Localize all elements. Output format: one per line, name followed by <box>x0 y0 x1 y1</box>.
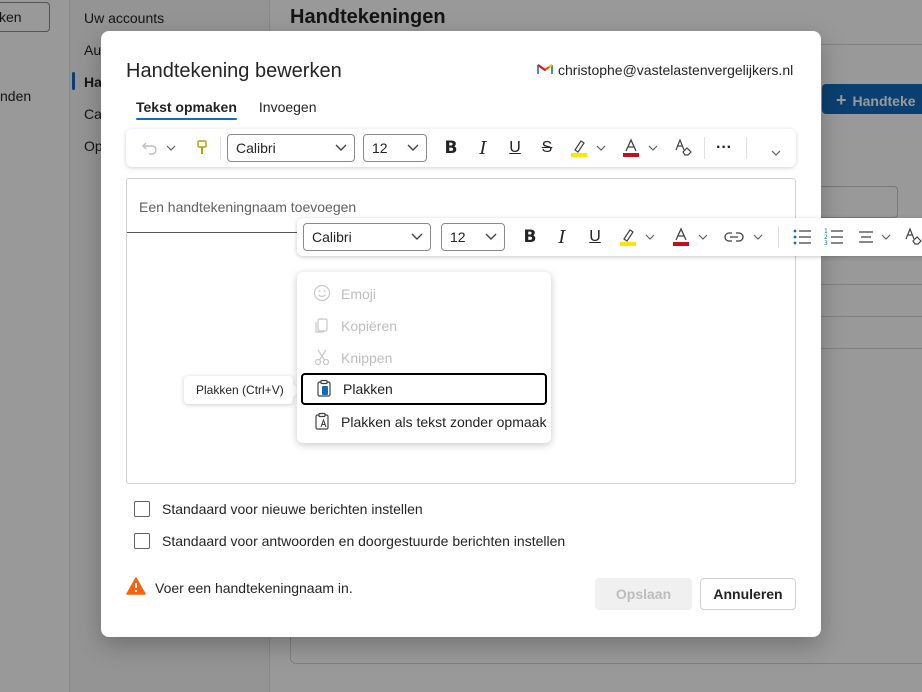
font-color-chevron-down-icon[interactable] <box>696 223 710 251</box>
chevron-down-icon <box>410 229 424 246</box>
link-icon[interactable] <box>721 223 747 251</box>
warning-icon <box>126 577 146 598</box>
menu-item-label: Knippen <box>341 350 393 366</box>
account-email: christophe@vastelastenvergelijkers.nl <box>558 62 794 78</box>
float-font-family-value: Calibri <box>312 229 352 245</box>
font-size-value: 12 <box>372 140 388 156</box>
format-tabs: Tekst opmaken Invoegen <box>136 99 317 120</box>
name-input-underline <box>127 232 299 233</box>
font-color-icon[interactable] <box>668 223 694 251</box>
tab-insert[interactable]: Invoegen <box>259 99 317 120</box>
warning-text: Voer een handtekeningnaam in. <box>155 579 353 596</box>
toolbar-separator <box>220 137 221 159</box>
menu-item-paste-plain-text[interactable]: Plakken als tekst zonder opmaak <box>301 406 547 438</box>
toolbar-separator <box>704 137 705 159</box>
align-icon[interactable] <box>855 223 877 251</box>
format-painter-icon[interactable] <box>190 134 214 162</box>
paste-tooltip: Plakken (Ctrl+V) <box>184 376 293 404</box>
default-replies-option[interactable]: Standaard voor antwoorden en doorgestuur… <box>134 533 565 549</box>
paste-text-icon <box>313 412 331 433</box>
menu-item-paste[interactable]: Plakken <box>301 373 547 405</box>
svg-text:3: 3 <box>824 240 828 246</box>
chevron-down-icon <box>406 140 420 157</box>
font-family-select[interactable]: Calibri <box>227 134 355 162</box>
menu-item-label: Emoji <box>341 286 377 302</box>
font-color-icon[interactable] <box>618 134 644 162</box>
font-family-value: Calibri <box>236 140 276 156</box>
strikethrough-icon[interactable]: S <box>534 134 560 162</box>
font-color-chevron-down-icon[interactable] <box>646 134 660 162</box>
floating-format-toolbar: Calibri 12 B I U 123 <box>297 218 922 256</box>
default-new-messages-option[interactable]: Standaard voor nieuwe berichten instelle… <box>134 501 423 517</box>
chevron-down-icon <box>334 140 348 157</box>
tab-format-text[interactable]: Tekst opmaken <box>136 99 237 120</box>
default-replies-checkbox[interactable] <box>134 533 150 549</box>
account-selector[interactable]: christophe@vastelastenvergelijkers.nl <box>537 62 793 78</box>
context-menu: Emoji Kopiëren Knippen Plakken Plakken a… <box>297 272 551 443</box>
copy-icon <box>313 316 331 337</box>
save-button[interactable]: Opslaan <box>595 578 692 610</box>
dialog-title: Handtekening bewerken <box>126 60 342 82</box>
gmail-icon <box>537 62 553 78</box>
bold-icon[interactable]: B <box>438 134 464 162</box>
align-chevron-down-icon[interactable] <box>879 223 893 251</box>
menu-item-cut[interactable]: Knippen <box>301 342 547 374</box>
emoji-icon <box>313 284 331 305</box>
paste-icon <box>315 379 333 400</box>
cancel-button[interactable]: Annuleren <box>700 578 796 610</box>
highlight-chevron-down-icon[interactable] <box>594 134 608 162</box>
font-size-select[interactable]: 12 <box>363 134 427 162</box>
italic-icon[interactable]: I <box>549 223 575 251</box>
signature-name-input[interactable]: Een handtekeningnaam toevoegen <box>139 199 356 215</box>
clear-formatting-icon[interactable] <box>670 134 696 162</box>
chevron-down-icon <box>484 229 498 246</box>
default-new-messages-checkbox[interactable] <box>134 501 150 517</box>
highlight-chevron-down-icon[interactable] <box>643 223 657 251</box>
link-chevron-down-icon[interactable] <box>751 223 765 251</box>
underline-icon[interactable]: U <box>502 134 528 162</box>
menu-item-label: Kopiëren <box>341 318 398 334</box>
cut-icon <box>313 348 331 369</box>
more-options-icon[interactable]: ··· <box>711 134 737 162</box>
menu-item-copy[interactable]: Kopiëren <box>301 310 547 342</box>
clear-formatting-icon[interactable] <box>900 223 922 251</box>
bold-icon[interactable]: B <box>517 223 543 251</box>
toolbar-separator <box>746 137 747 159</box>
italic-icon[interactable]: I <box>470 134 496 162</box>
validation-warning: Voer een handtekeningnaam in. <box>126 577 353 598</box>
menu-item-emoji[interactable]: Emoji <box>301 278 547 310</box>
default-replies-label: Standaard voor antwoorden en doorgestuur… <box>162 533 566 549</box>
highlight-icon[interactable] <box>566 134 592 162</box>
undo-icon[interactable] <box>138 134 162 162</box>
float-font-family-select[interactable]: Calibri <box>303 223 431 251</box>
float-font-size-select[interactable]: 12 <box>441 223 505 251</box>
underline-icon[interactable]: U <box>582 223 608 251</box>
toolbar-separator <box>778 226 779 248</box>
menu-item-label: Plakken <box>343 381 393 397</box>
undo-chevron-down-icon[interactable] <box>164 134 178 162</box>
format-toolbar: Calibri 12 B I U S ··· <box>126 129 796 167</box>
float-font-size-value: 12 <box>450 229 466 245</box>
bullet-list-icon[interactable] <box>789 223 815 251</box>
menu-item-label: Plakken als tekst zonder opmaak <box>341 414 547 430</box>
highlight-icon[interactable] <box>615 223 641 251</box>
default-new-messages-label: Standaard voor nieuwe berichten instelle… <box>162 501 423 517</box>
numbered-list-icon[interactable]: 123 <box>821 223 847 251</box>
expand-chevron-down-icon[interactable] <box>766 139 786 167</box>
